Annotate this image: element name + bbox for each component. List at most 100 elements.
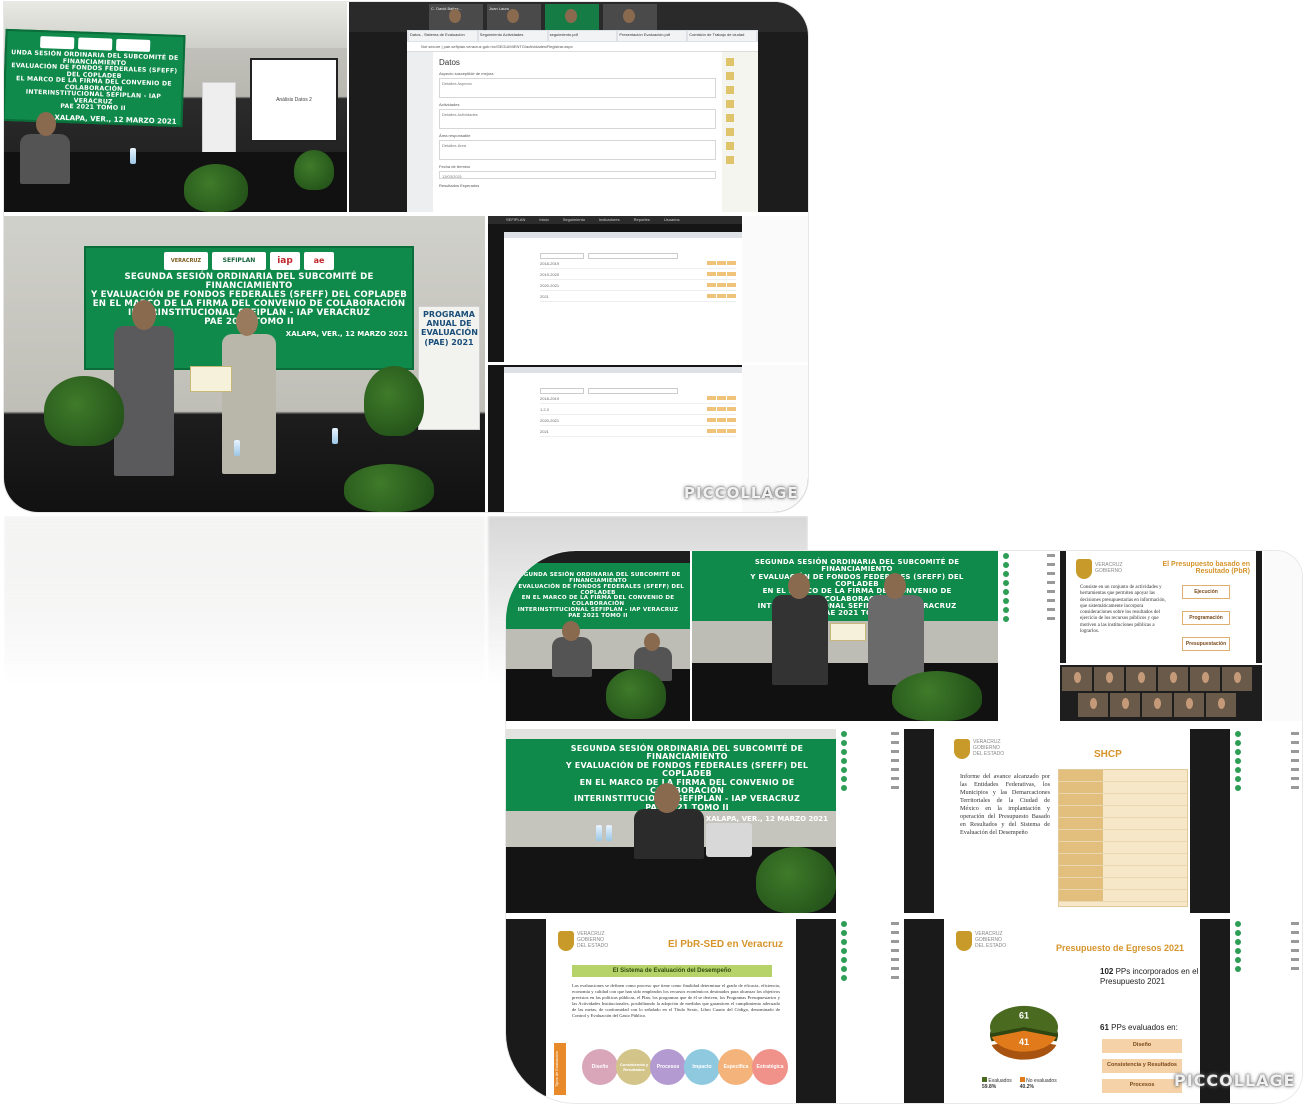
action-button[interactable] <box>717 261 726 265</box>
gov-line: DEL ESTADO <box>975 942 1007 949</box>
action-button[interactable] <box>717 429 726 433</box>
table-row: 2018-2019 <box>540 258 736 269</box>
page-margin-left <box>407 52 433 212</box>
menu-item[interactable]: Reportes <box>634 217 650 223</box>
participant-row <box>1232 783 1302 792</box>
browser-tab[interactable]: Seguimiento Actividades <box>478 31 547 41</box>
banner-line: SEGUNDA SESIÓN ORDINARIA DEL SUBCOMITÉ D… <box>124 272 374 292</box>
logo-icon: SEFIPLAN <box>212 252 266 270</box>
browser-tab[interactable]: Presentación Evaluación.pdf <box>618 31 687 41</box>
action-button[interactable] <box>707 407 716 411</box>
action-button[interactable] <box>717 283 726 287</box>
participant-row <box>838 783 902 792</box>
table-row: 2019-2020 <box>540 269 736 280</box>
activities-field[interactable]: Detalles Actividades <box>439 109 716 129</box>
action-button[interactable] <box>727 429 736 433</box>
browser-tab[interactable]: Comisión de Trabajo de ciudad <box>688 31 756 41</box>
top-collage: UNDA SESIÓN ORDINARIA DEL SUBCOMITÉ DE F… <box>4 2 808 512</box>
stand-line: (PAE) 2021 <box>424 337 474 347</box>
logo-icon <box>40 36 75 50</box>
action-button[interactable] <box>717 272 726 276</box>
side-label: Tipos de Evaluación <box>554 1043 566 1095</box>
meeting-photo-1: SEGUNDA SESIÓN ORDINARIA DEL SUBCOMITÉ D… <box>506 551 690 721</box>
water-bottle <box>234 440 240 456</box>
gov-logo: VERACRUZ GOBIERNO DEL ESTADO <box>956 931 1006 951</box>
gov-line: DEL ESTADO <box>973 750 1005 757</box>
action-button[interactable] <box>707 261 716 265</box>
eval-box: Diseño <box>1102 1039 1182 1053</box>
chat-message <box>838 792 902 796</box>
menu-item[interactable]: SEFIPLAN <box>506 217 525 223</box>
slide-body: Consiste en un conjunto de actividades y… <box>1080 585 1166 634</box>
action-button[interactable] <box>727 261 736 265</box>
row-label: 2021 <box>540 293 549 299</box>
event-banner: SEGUNDA SESIÓN ORDINARIA DEL SUBCOMITÉ D… <box>542 741 832 823</box>
action-button[interactable] <box>727 407 736 411</box>
browser-tab[interactable]: Datos - Sistema de Evaluación <box>409 31 477 41</box>
logo-icon <box>115 38 151 52</box>
evaluated-label: PPs evaluados en: <box>1111 1023 1178 1032</box>
participant-head <box>562 621 580 641</box>
step-box: Programación <box>1182 611 1230 625</box>
year-select[interactable] <box>540 388 584 394</box>
water-bottle <box>596 825 602 841</box>
action-button[interactable] <box>707 283 716 287</box>
action-button[interactable] <box>727 294 736 298</box>
row-label: 2021 <box>540 428 549 434</box>
action-button[interactable] <box>707 396 716 400</box>
action-button[interactable] <box>727 396 736 400</box>
action-button[interactable] <box>717 407 726 411</box>
pie-chart: 61 41 <box>990 1005 1058 1060</box>
plant <box>44 376 124 446</box>
gov-logo: VERACRUZ GOBIERNO <box>1076 559 1123 579</box>
action-button[interactable] <box>717 294 726 298</box>
table-row: 2018-2019 <box>540 393 736 404</box>
participant-row <box>838 756 902 765</box>
address-bar[interactable]: Not secure | pae.sefiplan.veracruz.gob.m… <box>407 42 758 52</box>
data-form: Datos Aspecto susceptible de mejora Deta… <box>433 52 722 212</box>
action-button[interactable] <box>707 418 716 422</box>
participant-row <box>1000 605 1058 614</box>
program-select[interactable] <box>588 253 678 259</box>
stand-line: ANUAL DE <box>426 319 472 329</box>
meeting-photo-2: SEGUNDA SESIÓN ORDINARIA DEL SUBCOMITÉ D… <box>692 551 998 721</box>
action-button[interactable] <box>707 272 716 276</box>
participant-head <box>644 633 660 651</box>
participant-row <box>1232 774 1302 783</box>
action-button[interactable] <box>727 283 736 287</box>
action-button[interactable] <box>727 272 736 276</box>
date-field[interactable]: 13/03/2021 <box>439 171 716 179</box>
shield-icon <box>1076 559 1092 579</box>
shield-icon <box>956 931 972 951</box>
action-button[interactable] <box>707 429 716 433</box>
participant-row <box>1232 729 1302 738</box>
headline-text: PPs incorporados en el Presupuesto 2021 <box>1100 967 1199 986</box>
menu-item[interactable]: Usuarios <box>664 217 680 223</box>
area-field[interactable]: Detalles Área <box>439 140 716 160</box>
banner-line: PAE 2021 TOMO II <box>568 613 628 620</box>
action-button[interactable] <box>707 294 716 298</box>
video-tile: C. David Baltaz... <box>429 4 483 30</box>
banner-line: EN EL MARCO DE LA FIRMA DEL CONVENIO DE … <box>579 777 795 795</box>
participant-row <box>838 738 902 747</box>
year-select[interactable] <box>540 253 584 259</box>
banner-line: Y EVALUACIÓN DE FONDOS FEDERALES (SFEFF)… <box>565 760 809 779</box>
participant-row <box>838 765 902 774</box>
aspect-field[interactable]: Detalles Aspecto <box>439 78 716 98</box>
action-button[interactable] <box>727 418 736 422</box>
row-label: 2020-2021 <box>540 417 560 423</box>
menu-item[interactable]: Seguimiento <box>563 217 585 223</box>
menu-item[interactable]: Indicadores <box>599 217 620 223</box>
banner-logos: VERACRUZ SEFIPLAN iap ae <box>90 252 408 270</box>
browser-tab[interactable]: seguimiento.pdf <box>548 31 617 41</box>
action-button[interactable] <box>717 396 726 400</box>
water-bottle <box>606 825 612 841</box>
program-select[interactable] <box>588 388 678 394</box>
participant-row <box>838 928 902 937</box>
action-button[interactable] <box>717 418 726 422</box>
menu-item[interactable]: Inicio <box>539 217 548 223</box>
watermark-top: PICCOLLAGE <box>684 484 799 502</box>
chat-panel <box>742 216 808 362</box>
shield-icon <box>558 931 574 951</box>
event-banner: SEGUNDA SESIÓN ORDINARIA DEL SUBCOMITÉ D… <box>732 555 982 621</box>
